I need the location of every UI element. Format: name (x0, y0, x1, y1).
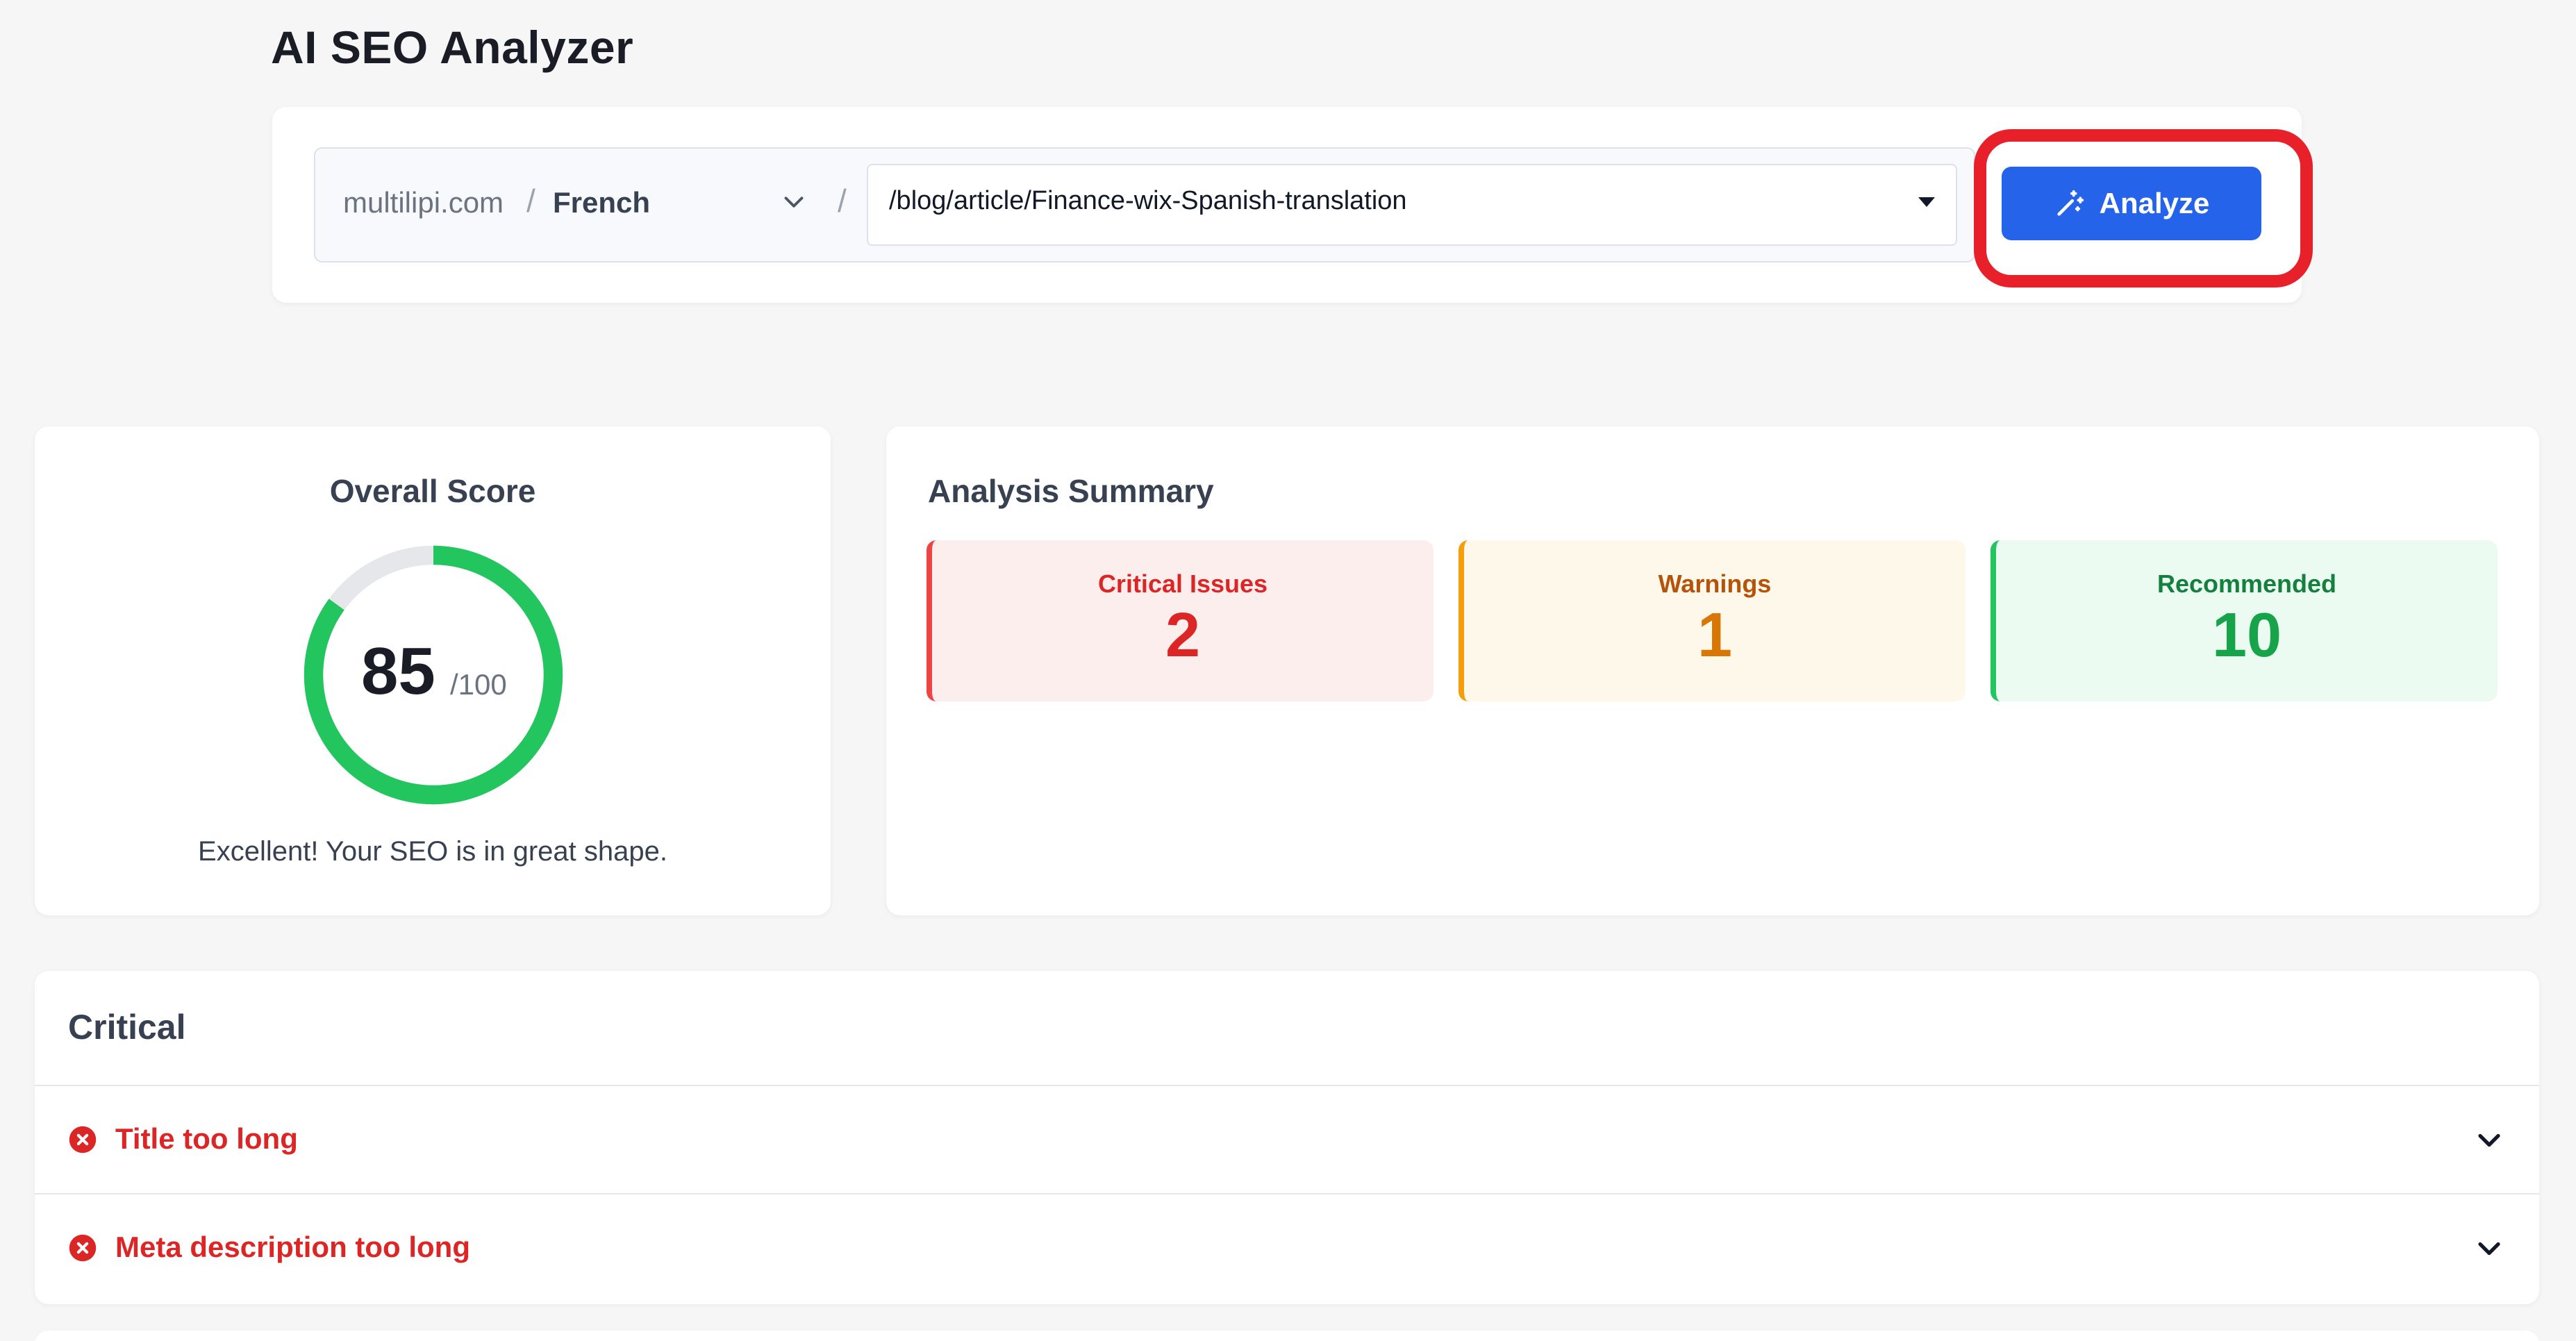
caret-down-icon[interactable] (1918, 197, 1935, 207)
analyze-button[interactable]: Analyze (2002, 167, 2261, 240)
analyze-button-label: Analyze (2099, 187, 2210, 219)
language-select[interactable]: French (553, 186, 650, 219)
recommended-count: 10 (2211, 601, 2282, 670)
domain-separator: / (526, 183, 535, 219)
domain-label: multilipi.com (343, 186, 504, 219)
chevron-down-icon[interactable] (2471, 1122, 2507, 1158)
warnings-stat: Warnings 1 (1459, 540, 1966, 701)
critical-issues-count: 2 (1165, 601, 1201, 670)
magic-wand-icon (2056, 190, 2084, 216)
warnings-label: Warnings (1658, 569, 1772, 598)
issue-row-title-too-long[interactable]: Title too long (35, 1085, 2539, 1193)
warnings-count: 1 (1697, 601, 1733, 670)
score-max: /100 (450, 668, 507, 701)
path-value[interactable]: /blog/article/Finance-wix-Spanish-transl… (889, 186, 1407, 216)
issue-label: Meta description too long (115, 1231, 470, 1263)
critical-issues-label: Critical Issues (1097, 569, 1268, 598)
score-value: 85 (361, 634, 435, 708)
page-title: AI SEO Analyzer (271, 22, 634, 73)
next-section-card (35, 1331, 2539, 1341)
page: AI SEO Analyzer multilipi.com / French /… (0, 0, 2576, 1341)
critical-section: Critical Title too long Meta description… (35, 971, 2539, 1304)
summary-title: Analysis Summary (928, 473, 1214, 509)
issue-row-meta-description-too-long[interactable]: Meta description too long (35, 1193, 2539, 1301)
critical-section-title: Critical (68, 1008, 186, 1047)
error-circle-icon (69, 1126, 97, 1153)
issue-label: Title too long (115, 1122, 298, 1155)
chevron-down-icon[interactable] (2471, 1231, 2507, 1267)
path-separator: / (838, 183, 847, 219)
chevron-down-icon[interactable] (778, 186, 810, 218)
critical-issues-stat: Critical Issues 2 (926, 540, 1434, 701)
error-circle-icon (69, 1234, 97, 1262)
score-message: Excellent! Your SEO is in great shape. (198, 836, 667, 867)
recommended-stat: Recommended 10 (1991, 540, 2498, 701)
recommended-label: Recommended (2157, 569, 2337, 598)
score-title: Overall Score (329, 473, 536, 509)
